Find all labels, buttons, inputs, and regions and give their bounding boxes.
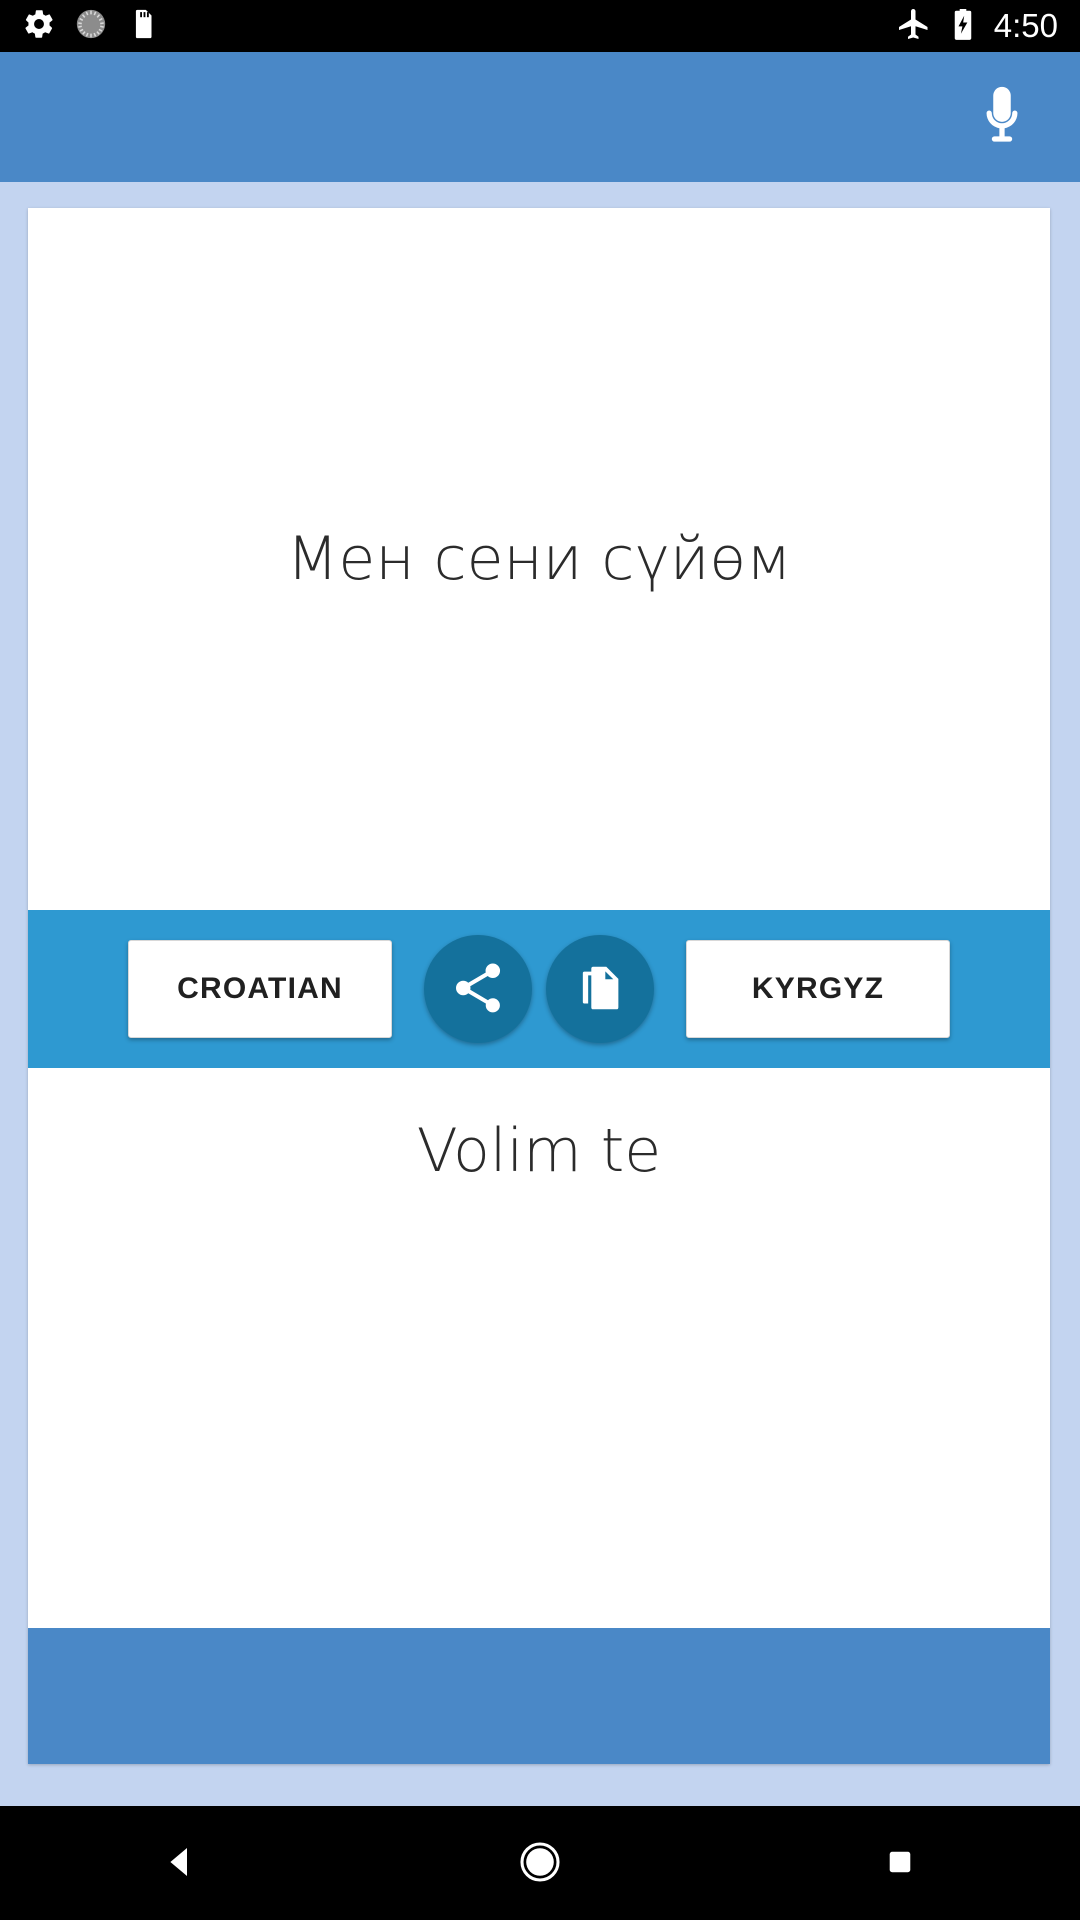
card-footer-bar (28, 1628, 1050, 1764)
nav-recents-button[interactable] (825, 1806, 975, 1920)
airplane-mode-icon (896, 6, 932, 47)
home-circle-icon (517, 1839, 563, 1888)
app-bar (0, 52, 1080, 182)
copy-document-icon (571, 959, 629, 1020)
source-text: Мен сени сүйөм (286, 523, 792, 594)
settings-gear-icon (22, 7, 56, 46)
translation-card: Мен сени сүйөм CROATIAN KYRGYZ Volim te (28, 208, 1050, 1764)
target-text-pane[interactable]: Volim te (28, 1068, 1050, 1628)
android-navigation-bar (0, 1806, 1080, 1920)
nav-home-button[interactable] (465, 1806, 615, 1920)
microphone-button[interactable] (954, 69, 1050, 165)
microphone-icon (967, 81, 1037, 154)
battery-charging-icon (948, 6, 978, 47)
loading-spinner-icon (74, 7, 108, 46)
sd-card-icon (126, 7, 160, 46)
target-text: Volim te (416, 1116, 662, 1186)
back-triangle-icon (159, 1841, 201, 1886)
target-language-button[interactable]: KYRGYZ (686, 940, 950, 1038)
status-bar-left-icons (22, 7, 160, 46)
status-bar: 4:50 (0, 0, 1080, 52)
nav-back-button[interactable] (105, 1806, 255, 1920)
language-toolbar: CROATIAN KYRGYZ (28, 910, 1050, 1068)
status-bar-clock: 4:50 (993, 7, 1058, 44)
phone-screen: 4:50 Мен сени сүйөм CROATIAN KYRGYZ Voli… (0, 0, 1080, 1920)
recents-square-icon (881, 1843, 919, 1884)
source-text-pane[interactable]: Мен сени сүйөм (28, 208, 1050, 910)
status-bar-right-icons: 4:50 (896, 0, 1058, 52)
share-button[interactable] (424, 935, 532, 1043)
share-icon (448, 958, 508, 1021)
source-language-button[interactable]: CROATIAN (128, 940, 392, 1038)
copy-button[interactable] (546, 935, 654, 1043)
